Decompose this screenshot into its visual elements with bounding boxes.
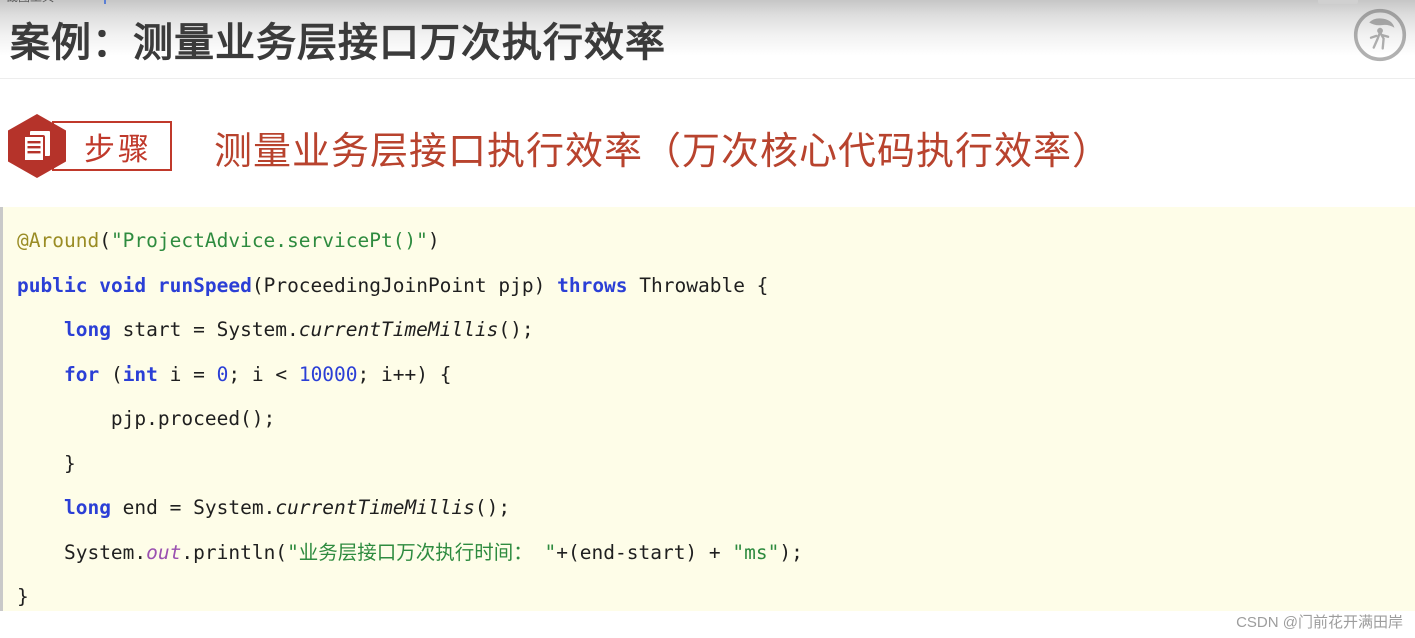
step-heading-row: 步骤 测量业务层接口执行效率（万次核心代码执行效率）: [6, 112, 1406, 182]
code-token: Throwable {: [627, 273, 769, 297]
code-line: long end = System.currentTimeMillis();: [17, 486, 1415, 531]
code-token: +(end-start) +: [556, 540, 733, 564]
code-token: "ms": [732, 540, 780, 564]
code-token: runSpeed: [157, 273, 252, 297]
code-line: @Around("ProjectAdvice.servicePt()"): [17, 219, 1415, 264]
code-token: @Around: [17, 229, 100, 252]
code-token: long: [63, 318, 111, 341]
code-token: ; i++) {: [357, 362, 452, 386]
code-token: int: [122, 362, 158, 386]
code-line: pjp.proceed();: [17, 397, 1415, 442]
code-line: }: [17, 575, 1415, 611]
code-token: System.: [63, 540, 147, 564]
code-token: (ProceedingJoinPoint pjp): [251, 273, 558, 297]
code-token: .println(: [181, 540, 288, 564]
code-token: pjp.proceed();: [110, 407, 276, 430]
step-badge: 步骤: [6, 114, 172, 178]
code-token: end = System.: [110, 496, 276, 519]
text-caret: [104, 0, 106, 4]
code-token: ();: [498, 318, 534, 341]
code-token: "业务层接口万次执行时间： ": [287, 540, 557, 564]
watermark: CSDN @门前花开满田岸: [1236, 614, 1403, 631]
code-line: for (int i = 0; i < 10000; i++) {: [17, 353, 1415, 398]
code-token: throws: [557, 273, 628, 297]
step-badge-label: 步骤: [84, 131, 152, 167]
code-line: }: [17, 442, 1415, 487]
code-token: }: [63, 451, 76, 475]
code-token: ): [427, 229, 440, 252]
code-token: }: [17, 585, 29, 608]
code-token: 10000: [298, 362, 358, 386]
code-line: long start = System.currentTimeMillis();: [17, 308, 1415, 353]
hexagon-badge-shape: [6, 113, 68, 179]
code-line: System.out.println("业务层接口万次执行时间： "+(end-…: [17, 531, 1415, 576]
code-token: for: [63, 362, 100, 386]
code-token: (: [99, 229, 111, 252]
window-control-button[interactable]: [1318, 0, 1358, 4]
step-heading-text: 测量业务层接口执行效率（万次核心代码执行效率）: [214, 131, 1112, 173]
page-title: 案例：测量业务层接口万次执行效率: [10, 21, 666, 65]
code-token: out: [146, 540, 182, 564]
code-token: start = System.: [110, 318, 299, 341]
code-token: ; i <: [228, 362, 299, 386]
code-token: );: [779, 540, 803, 564]
code-token: void: [99, 273, 147, 297]
code-lines-container: @Around("ProjectAdvice.servicePt()") publ…: [17, 219, 1415, 611]
circular-runner-logo-icon: [1353, 8, 1407, 62]
code-token: public: [17, 273, 88, 297]
page-header: 案例：测量业务层接口万次执行效率: [0, 0, 1415, 79]
code-token: 0: [216, 362, 229, 386]
code-token: "ProjectAdvice.servicePt()": [110, 229, 428, 252]
code-token: i =: [157, 362, 217, 386]
code-token: long: [63, 496, 111, 519]
code-line: public void runSpeed(ProceedingJoinPoint…: [17, 264, 1415, 309]
code-block: @Around("ProjectAdvice.servicePt()") publ…: [0, 207, 1415, 611]
top-chrome-strip: 截图工具: [0, 0, 1415, 10]
code-token: currentTimeMillis: [275, 496, 475, 519]
chrome-tab-label[interactable]: 截图工具: [6, 0, 54, 10]
step-badge-label-box: 步骤: [52, 121, 172, 171]
code-token: ();: [474, 496, 511, 519]
code-token: (: [99, 362, 123, 386]
code-token: currentTimeMillis: [298, 318, 499, 341]
